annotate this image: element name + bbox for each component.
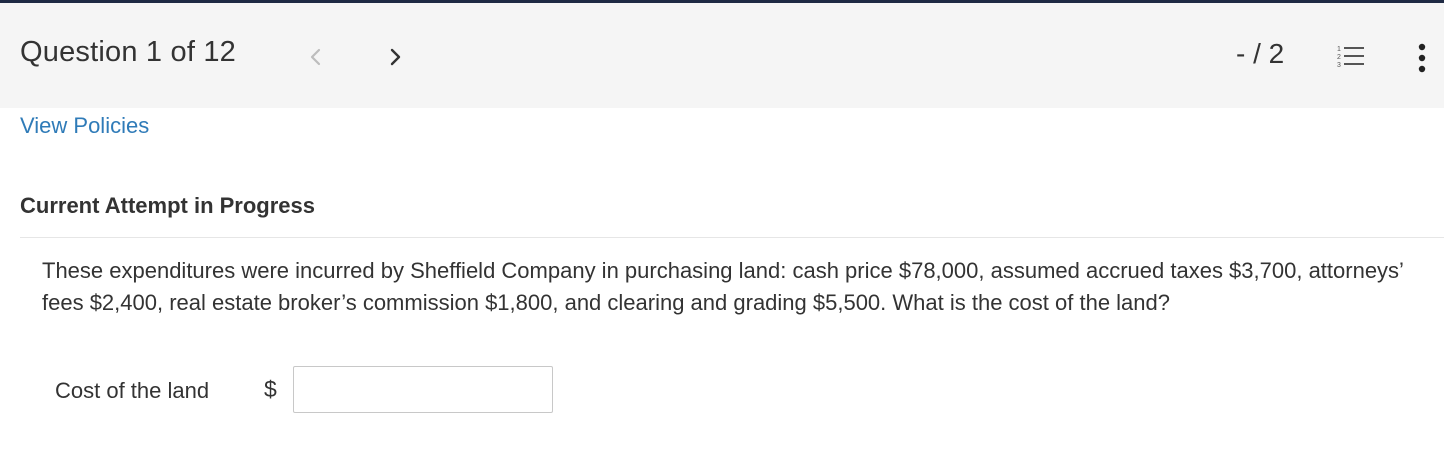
question-list-button[interactable]: 1 2 3 xyxy=(1336,43,1366,71)
cost-of-land-input[interactable] xyxy=(293,366,553,413)
answer-label: Cost of the land xyxy=(55,378,210,403)
more-vertical-icon xyxy=(1418,43,1426,73)
question-header: Question 1 of 12 - / 2 1 2 3 xyxy=(0,3,1444,108)
view-policies-link[interactable]: View Policies xyxy=(20,113,149,139)
chevron-left-icon xyxy=(310,48,321,66)
attempt-heading: Current Attempt in Progress xyxy=(20,193,316,218)
chevron-right-icon xyxy=(390,48,401,66)
svg-text:3: 3 xyxy=(1337,62,1341,69)
currency-symbol: $ xyxy=(264,376,277,402)
svg-text:1: 1 xyxy=(1337,46,1341,53)
score-display: - / 2 xyxy=(1236,38,1285,69)
section-divider xyxy=(20,237,1444,238)
previous-question-button[interactable] xyxy=(304,43,328,71)
more-options-button[interactable] xyxy=(1410,41,1434,75)
question-text: These expenditures were incurred by Shef… xyxy=(42,258,1404,315)
next-question-button[interactable] xyxy=(383,43,407,71)
numbered-list-icon: 1 2 3 xyxy=(1337,46,1364,69)
svg-text:2: 2 xyxy=(1337,54,1341,61)
question-counter: Question 1 of 12 xyxy=(20,36,237,68)
